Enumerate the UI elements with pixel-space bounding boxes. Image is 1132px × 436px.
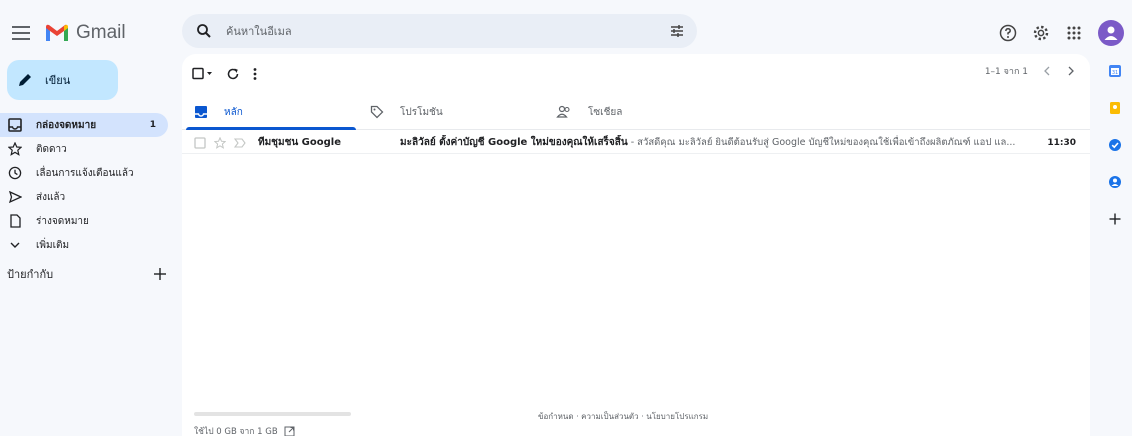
page-range: 1–1 จาก 1 — [984, 67, 1028, 77]
sidebar-item-label: เลื่อนการแจ้งเตือนแล้ว — [36, 167, 134, 179]
chevron-left-icon[interactable] — [1042, 65, 1052, 77]
mail-list-panel: 1–1 จาก 1 หลัก โปรโมชัน โซเชียล ทีมชุมชน… — [182, 54, 1090, 436]
sidebar-item-drafts[interactable]: ร่างจดหมาย — [0, 209, 172, 233]
select-all-checkbox[interactable] — [192, 67, 214, 81]
menu-icon[interactable] — [10, 22, 32, 44]
open-external-icon[interactable] — [284, 426, 295, 436]
tab-primary[interactable]: หลัก — [182, 94, 358, 130]
sidebar-item-label: ติดดาว — [36, 143, 67, 155]
contacts-app-icon[interactable] — [1106, 173, 1124, 191]
calendar-app-icon[interactable]: 31 — [1106, 62, 1124, 80]
sidebar-item-starred[interactable]: ติดดาว — [0, 137, 172, 161]
inbox-icon — [7, 117, 23, 133]
sidebar-item-label: กล่องจดหมาย — [36, 119, 97, 131]
app-name: Gmail — [76, 22, 126, 43]
row-checkbox[interactable] — [194, 136, 206, 149]
category-tabs: หลัก โปรโมชัน โซเชียล — [182, 94, 1090, 130]
storage-usage: ใช้ไป 0 GB จาก 1 GB — [194, 412, 351, 436]
compose-button[interactable]: เขียน — [7, 60, 118, 100]
more-vertical-icon[interactable] — [252, 67, 258, 81]
search-bar[interactable] — [182, 14, 697, 48]
labels-section-header: ป้ายกำกับ — [7, 264, 167, 284]
add-label-icon[interactable] — [153, 267, 167, 281]
email-row[interactable]: ทีมชุมชน Google มะลิวัลย์ ตั้งค่าบัญชี G… — [182, 132, 1090, 154]
help-icon[interactable] — [996, 21, 1020, 45]
clock-icon — [7, 165, 23, 181]
side-panel: 31 — [1106, 62, 1132, 247]
sidebar-item-sent[interactable]: ส่งแล้ว — [0, 185, 172, 209]
tasks-app-icon[interactable] — [1106, 136, 1124, 154]
email-sender: ทีมชุมชน Google — [258, 137, 341, 148]
email-subject-line: มะลิวัลย์ ตั้งค่าบัญชี Google ใหม่ของคุณ… — [400, 135, 1020, 150]
tab-label: โซเชียล — [588, 106, 623, 118]
storage-text: ใช้ไป 0 GB จาก 1 GB — [194, 427, 278, 436]
compose-label: เขียน — [45, 74, 71, 87]
refresh-icon[interactable] — [226, 67, 240, 81]
unread-count: 1 — [149, 120, 156, 130]
mail-toolbar — [192, 64, 270, 84]
settings-icon[interactable] — [1029, 21, 1053, 45]
person-icon — [1104, 26, 1118, 40]
star-icon[interactable] — [214, 136, 226, 149]
storage-bar — [194, 412, 351, 416]
tab-label: หลัก — [224, 106, 243, 118]
search-icon[interactable] — [196, 23, 212, 39]
gmail-logo[interactable]: Gmail — [44, 20, 126, 46]
people-icon — [556, 105, 572, 119]
chevron-down-icon — [7, 237, 23, 253]
search-options-icon[interactable] — [669, 23, 685, 39]
pencil-icon — [17, 72, 33, 88]
apps-grid-icon[interactable] — [1062, 21, 1086, 45]
footer-links[interactable]: ข้อกำหนด · ความเป็นส่วนตัว · นโยบายโปรแก… — [538, 410, 708, 423]
sidebar-nav: กล่องจดหมาย 1 ติดดาว เลื่อนการแจ้งเตือนแ… — [0, 113, 172, 257]
sidebar-item-inbox[interactable]: กล่องจดหมาย 1 — [0, 113, 168, 137]
tab-promotions[interactable]: โปรโมชัน — [358, 94, 534, 130]
sidebar-item-label: ร่างจดหมาย — [36, 215, 89, 227]
tag-icon — [370, 105, 384, 119]
email-subject: มะลิวัลย์ ตั้งค่าบัญชี Google ใหม่ของคุณ… — [400, 137, 628, 148]
importance-marker-icon[interactable] — [234, 137, 246, 148]
tab-label: โปรโมชัน — [400, 106, 443, 118]
account-avatar[interactable] — [1098, 20, 1124, 46]
chevron-right-icon[interactable] — [1066, 65, 1076, 77]
gmail-m-icon — [44, 23, 70, 43]
top-right-actions — [987, 20, 1132, 46]
sidebar-item-more[interactable]: เพิ่มเติม — [0, 233, 172, 257]
keep-app-icon[interactable] — [1106, 99, 1124, 117]
email-snippet: - สวัสดีคุณ มะลิวัลย์ ยินดีต้อนรับสู่ Go… — [627, 137, 1016, 148]
pagination: 1–1 จาก 1 — [985, 64, 1076, 78]
sidebar-item-label: ส่งแล้ว — [36, 191, 66, 203]
add-app-icon[interactable] — [1106, 210, 1124, 228]
draft-icon — [7, 213, 23, 229]
search-input[interactable] — [226, 21, 626, 41]
svg-text:31: 31 — [1112, 70, 1118, 76]
send-icon — [7, 189, 23, 205]
sidebar-item-snoozed[interactable]: เลื่อนการแจ้งเตือนแล้ว — [0, 161, 172, 185]
labels-title: ป้ายกำกับ — [7, 268, 54, 281]
email-time: 11:30 — [1047, 137, 1076, 148]
inbox-icon — [194, 105, 208, 119]
sidebar-item-label: เพิ่มเติม — [36, 239, 70, 251]
star-icon — [7, 141, 23, 157]
tab-social[interactable]: โซเชียล — [544, 94, 720, 130]
